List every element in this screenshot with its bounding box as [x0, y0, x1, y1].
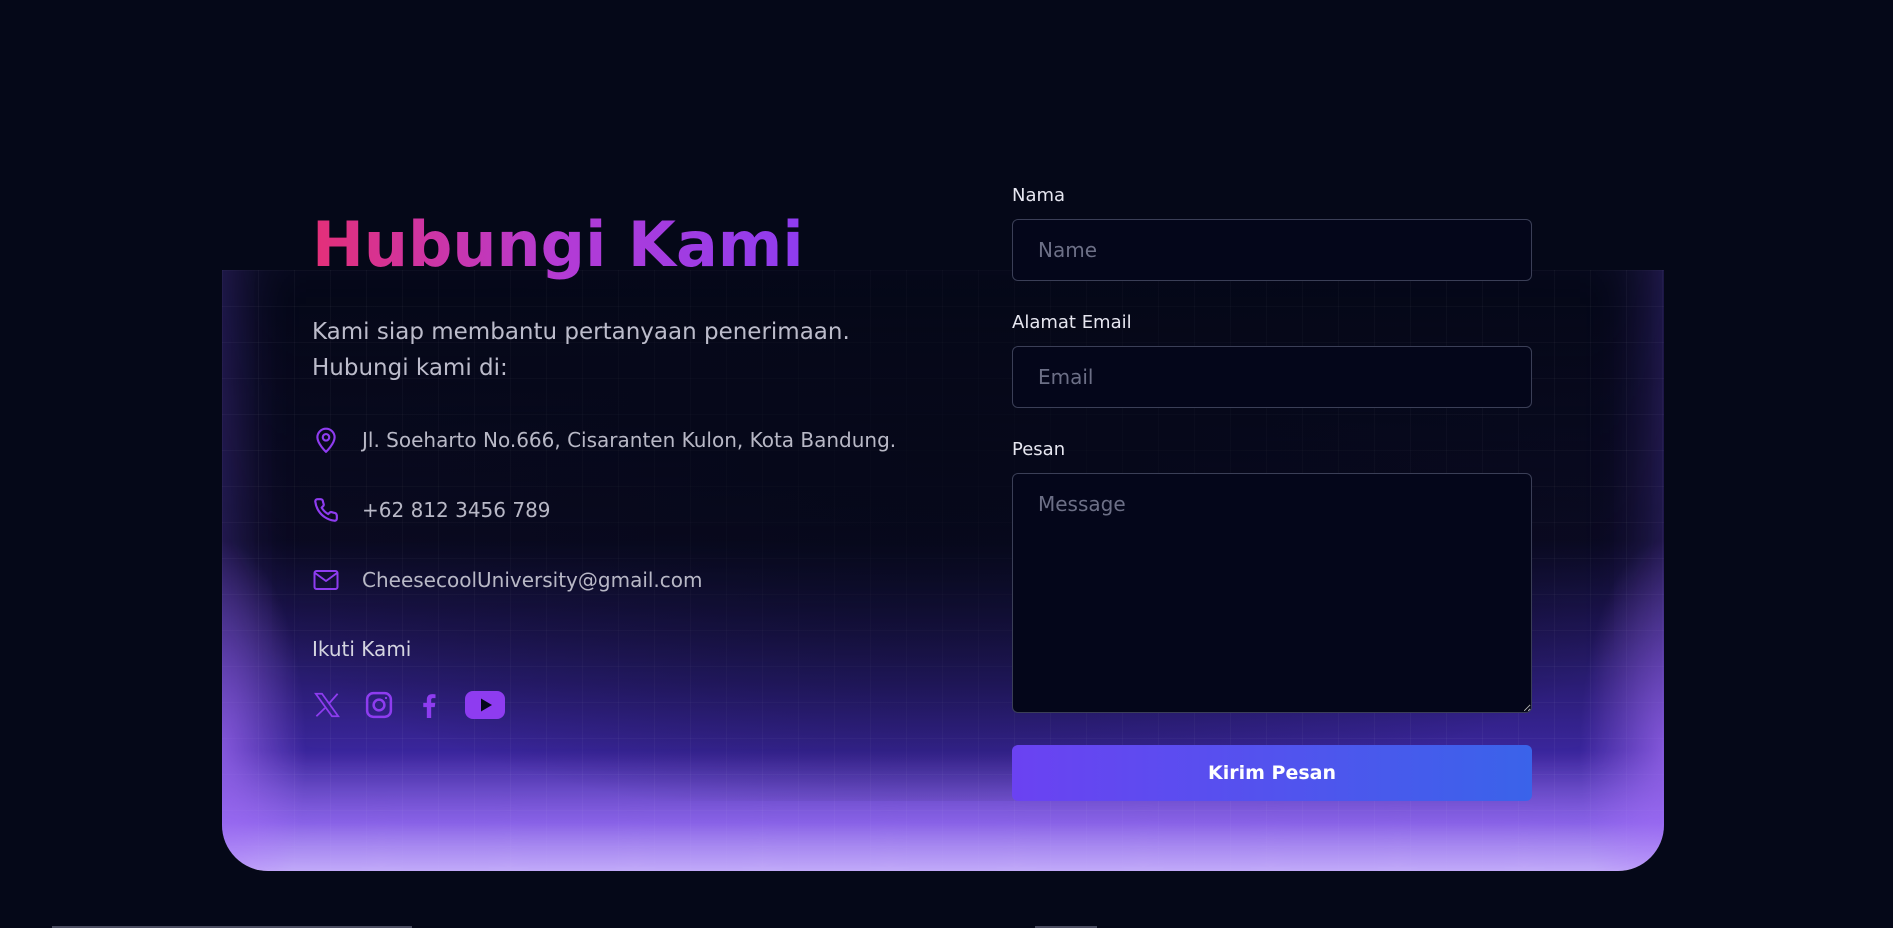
page-title: Hubungi Kami: [312, 205, 804, 285]
phone-icon: [312, 496, 340, 524]
message-label: Pesan: [1012, 439, 1066, 460]
send-message-button[interactable]: Kirim Pesan: [1012, 745, 1532, 801]
phone-text: +62 812 3456 789: [362, 498, 551, 522]
x-twitter-icon[interactable]: [312, 685, 342, 725]
mail-icon: [312, 566, 340, 594]
intro-line-2: Hubungi kami di:: [312, 355, 508, 381]
message-textarea[interactable]: [1012, 473, 1532, 713]
address-text: Jl. Soeharto No.666, Cisaranten Kulon, K…: [362, 428, 897, 452]
follow-heading: Ikuti Kami: [312, 637, 412, 661]
name-input[interactable]: [1012, 219, 1532, 281]
address-row: Jl. Soeharto No.666, Cisaranten Kulon, K…: [312, 422, 896, 458]
email-row: CheesecoolUniversity@gmail.com: [312, 562, 703, 598]
instagram-icon[interactable]: [364, 685, 394, 725]
youtube-icon[interactable]: [464, 685, 506, 725]
location-pin-icon: [312, 426, 340, 454]
name-label: Nama: [1012, 185, 1066, 206]
email-text: CheesecoolUniversity@gmail.com: [362, 568, 703, 592]
phone-row: +62 812 3456 789: [312, 492, 551, 528]
email-input[interactable]: [1012, 346, 1532, 408]
facebook-icon[interactable]: [416, 685, 442, 725]
email-label: Alamat Email: [1012, 312, 1132, 333]
intro-line-1: Kami siap membantu pertanyaan penerimaan…: [312, 319, 850, 345]
contact-intro: Kami siap membantu pertanyaan penerimaan…: [312, 314, 912, 386]
social-links: [312, 685, 506, 725]
